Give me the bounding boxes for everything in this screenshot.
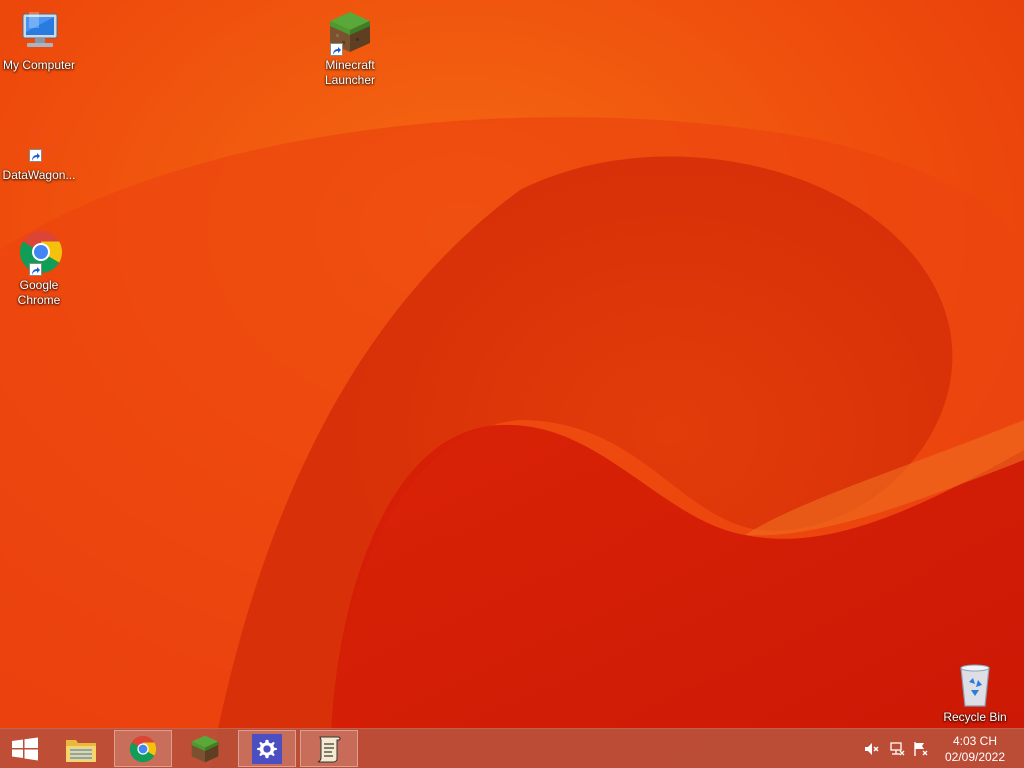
action-center-flag-icon[interactable] [913,741,929,757]
taskbar-minecraft-button[interactable] [176,730,234,767]
taskbar-chrome-button[interactable] [114,730,172,767]
desktop-icon-my-computer[interactable]: My Computer [1,8,77,73]
desktop-icon-label: Google Chrome [17,278,61,307]
taskbar-settings-button[interactable] [238,730,296,767]
clock-time: 4:03 CH [952,734,998,748]
desktop-icon-label: DataWagon... [2,168,76,182]
shortcut-arrow-icon [29,149,42,162]
folder-icon [66,739,96,762]
desktop-icon-google-chrome[interactable]: Google Chrome [1,228,77,308]
start-button[interactable] [0,730,50,767]
clock-date: 02/09/2022 [944,750,1006,764]
recycle-bin-icon [951,660,999,708]
taskbar-file-explorer-button[interactable] [52,730,110,767]
windows-logo-icon [12,737,38,760]
computer-icon [15,8,63,56]
desktop-icon-minecraft-launcher[interactable]: Minecraft Launcher [312,8,388,88]
desktop-icon-datawagon[interactable]: DataWagon... [1,118,77,183]
gear-icon [252,733,282,764]
datawagon-icon [15,118,63,166]
shortcut-arrow-icon [330,43,343,56]
network-icon[interactable] [889,741,905,757]
scroll-icon [317,736,341,762]
chrome-icon [129,735,157,762]
minecraft-icon [326,8,374,56]
desktop-icon-label: My Computer [2,58,76,72]
shortcut-arrow-icon [29,263,42,276]
system-clock[interactable]: 4:03 CH 02/09/2022 [944,733,1006,765]
taskbar: 4:03 CH 02/09/2022 [0,728,1024,768]
desktop-icon-label: Minecraft Launcher [324,58,376,87]
minecraft-icon [191,735,219,762]
speaker-muted-icon[interactable] [864,741,880,757]
desktop-icon-label: Recycle Bin [943,710,1007,724]
desktop-wallpaper [0,0,1024,768]
desktop-icon-recycle-bin[interactable]: Recycle Bin [937,660,1013,725]
taskbar-script-button[interactable] [300,730,358,767]
chrome-icon [15,228,63,276]
